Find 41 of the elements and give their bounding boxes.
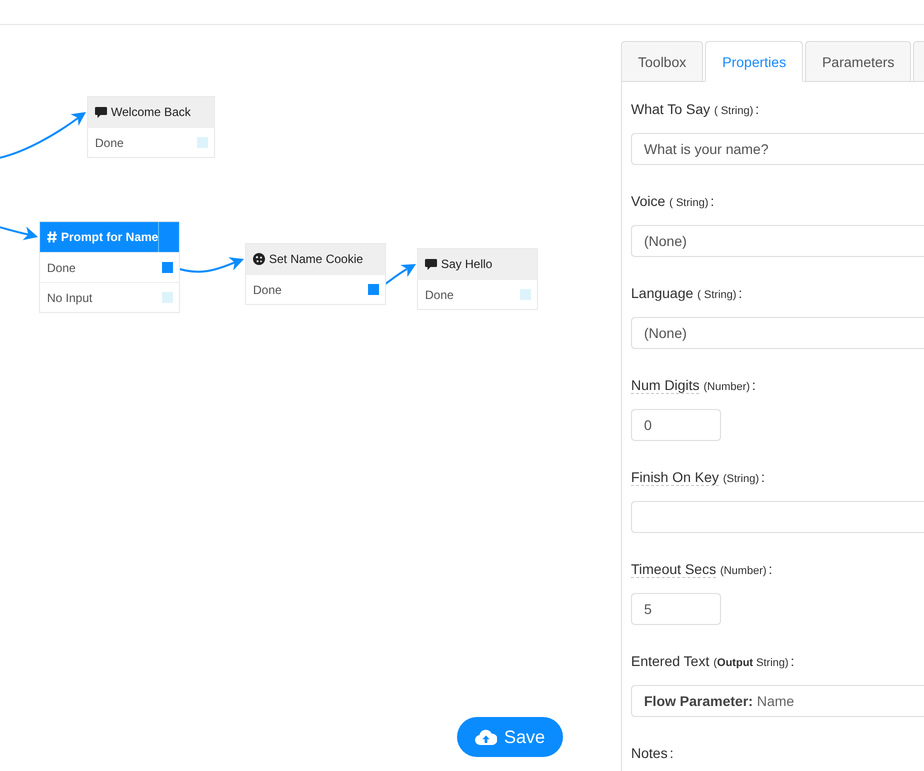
port-icon[interactable]	[162, 292, 173, 303]
node-title: Prompt for Name	[61, 230, 158, 244]
speech-bubble-icon	[95, 106, 107, 118]
cloud-upload-icon	[474, 729, 497, 745]
field-label: Language ( String):	[631, 284, 742, 303]
output-label: No Input	[47, 290, 92, 304]
tab[interactable]: Parameters	[805, 41, 912, 81]
output-label: Done	[425, 288, 454, 302]
field-label: What To Say ( String):	[631, 100, 760, 119]
field-label: Num Digits (Number):	[631, 376, 756, 396]
number-field[interactable]: 5	[631, 593, 721, 625]
port-icon[interactable]	[520, 289, 531, 300]
flow-node[interactable]: Say Hello Done	[417, 248, 538, 310]
output-label: Done	[47, 260, 76, 274]
flow-node[interactable]: Prompt for Name Done No Input	[39, 221, 180, 313]
number-field[interactable]: 0	[631, 409, 721, 441]
select-field[interactable]: (None)	[631, 317, 924, 349]
field-label: Voice ( String):	[631, 192, 714, 211]
field-label: Notes:	[631, 744, 674, 763]
cookie-icon	[253, 253, 265, 265]
hash-icon	[47, 231, 57, 243]
field-label: Finish On Key (String):	[631, 468, 765, 488]
field-label: Entered Text (Output String):	[631, 652, 794, 671]
output-label: Done	[253, 282, 282, 296]
port-icon[interactable]	[162, 262, 173, 273]
flow-node[interactable]: Set Name Cookie Done	[245, 243, 386, 305]
node-title: Welcome Back	[111, 105, 191, 119]
field-label: Timeout Secs (Number):	[631, 560, 772, 580]
port-icon[interactable]	[197, 137, 208, 148]
text-field[interactable]	[631, 501, 924, 533]
tab[interactable]: Toolbox	[621, 41, 704, 81]
connector-arrow	[0, 226, 38, 240]
flow-node[interactable]: Welcome Back Done	[87, 96, 215, 158]
select-field[interactable]: (None)	[631, 225, 924, 257]
text-field[interactable]: What is your name?	[631, 133, 924, 165]
output-label: Done	[95, 136, 124, 150]
node-title: Say Hello	[441, 257, 492, 271]
node-title: Set Name Cookie	[269, 252, 364, 266]
output-field[interactable]: Flow Parameter: Name	[631, 685, 924, 717]
port-icon[interactable]	[368, 284, 379, 295]
speech-bubble-icon	[425, 258, 437, 270]
